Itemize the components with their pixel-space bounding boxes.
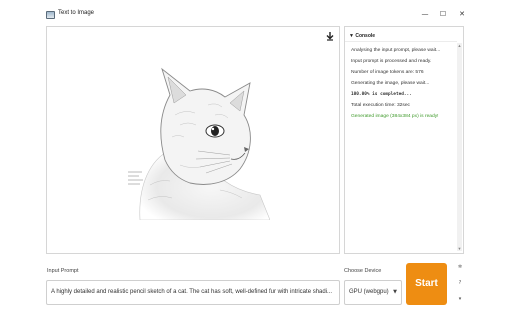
download-icon[interactable] <box>325 31 335 41</box>
console-line: Input prompt is processed and ready. <box>351 59 432 64</box>
settings-icon[interactable]: ✲ <box>457 264 463 270</box>
app-icon <box>46 11 55 19</box>
maximize-button[interactable]: ☐ <box>436 8 450 20</box>
minimize-button[interactable]: — <box>418 8 432 20</box>
console-line-success: Generated image (384x384 px) is ready! <box>351 114 439 119</box>
generated-image-panel <box>46 26 340 254</box>
cat-sketch-image <box>139 67 270 220</box>
console-line: Number of image tokens are: 576 <box>351 70 424 75</box>
chevron-down-icon: ▼ <box>393 289 397 295</box>
console-panel: ▼ Console Analysing the input prompt, pl… <box>344 26 464 254</box>
scroll-down-icon[interactable]: ▾ <box>457 296 463 302</box>
console-line: Total execution time: 32sec <box>351 103 410 108</box>
console-toggle[interactable]: ▼ Console <box>349 33 375 39</box>
help-icon[interactable]: ? <box>457 280 463 286</box>
device-select[interactable]: GPU (webgpu) ▼ <box>344 280 402 305</box>
prompt-label: Input Prompt <box>47 268 79 274</box>
console-line: Generating the image, please wait... <box>351 81 430 86</box>
close-button[interactable]: ✕ <box>455 8 469 20</box>
console-line: 100.00% is completed... <box>351 92 412 97</box>
console-scrollbar[interactable]: ▲ ▼ <box>457 43 462 251</box>
scroll-up-icon[interactable]: ▲ <box>457 43 462 48</box>
console-line: Analysing the input prompt, please wait.… <box>351 48 441 53</box>
console-log: Analysing the input prompt, please wait.… <box>345 41 457 251</box>
prompt-input[interactable]: A highly detailed and realistic pencil s… <box>46 280 340 305</box>
title-bar: Text to Image — ☐ ✕ <box>0 0 512 26</box>
window-title: Text to Image <box>58 10 95 16</box>
artist-signature-mark <box>128 171 143 185</box>
device-selected-value: GPU (webgpu) <box>349 289 389 295</box>
start-button[interactable]: Start <box>406 263 447 305</box>
app-window: Text to Image — ☐ ✕ ▼ Console Analysing … <box>0 0 512 320</box>
device-label: Choose Device <box>344 268 382 274</box>
scroll-down-icon[interactable]: ▼ <box>457 246 462 251</box>
